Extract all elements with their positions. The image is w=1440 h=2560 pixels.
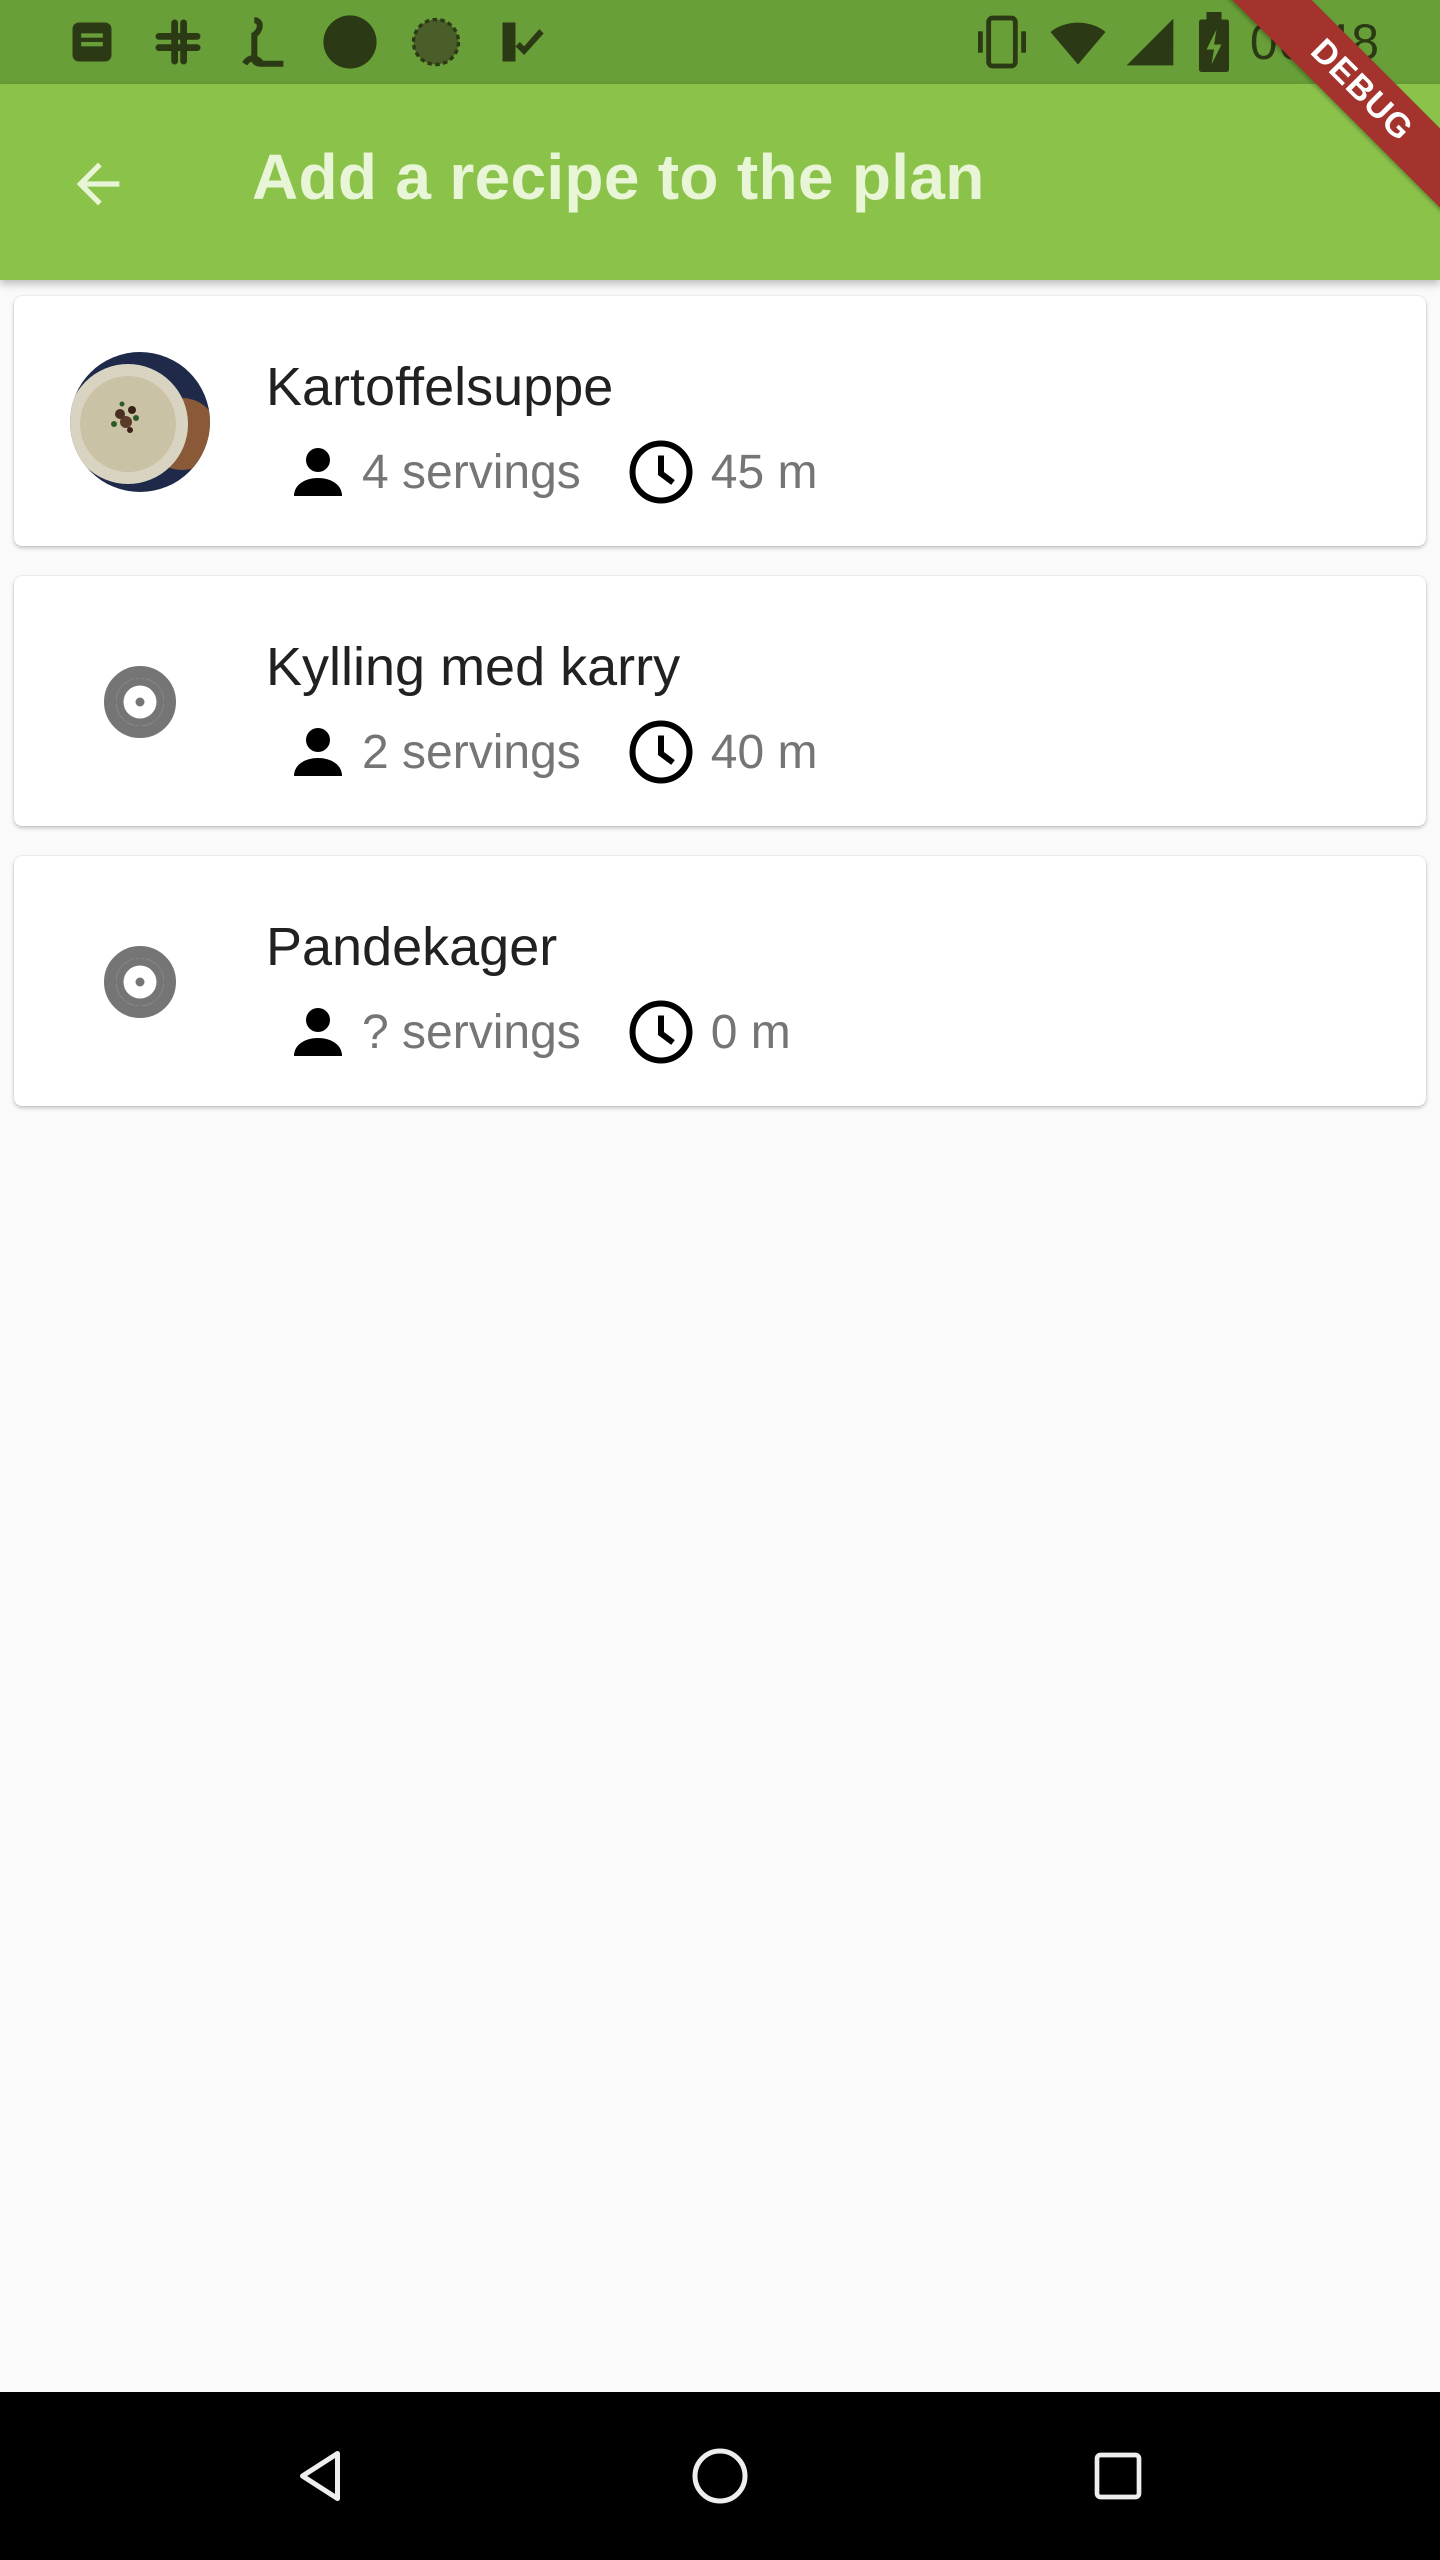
servings-text: 4 servings bbox=[362, 445, 581, 499]
person-icon bbox=[294, 448, 342, 496]
recipe-name: Kylling med karry bbox=[266, 637, 681, 697]
recipe-name: Kartoffelsuppe bbox=[266, 357, 614, 417]
time-text: 40 m bbox=[710, 725, 818, 779]
home-circle-icon bbox=[692, 2448, 748, 2504]
clock-icon bbox=[629, 440, 693, 504]
recipe-card[interactable]: Kylling med karry 2 servings 40 m bbox=[14, 576, 1426, 826]
servings-text: 2 servings bbox=[362, 725, 581, 779]
nav-back-button[interactable] bbox=[280, 2436, 360, 2516]
status-bar: 00:48 bbox=[0, 0, 1440, 84]
battery-icon bbox=[1198, 12, 1229, 72]
record-icon bbox=[320, 12, 380, 72]
recipe-meta: ? servings 0 m bbox=[266, 992, 791, 1072]
arrow-back-icon bbox=[76, 162, 120, 206]
time-text: 0 m bbox=[710, 1005, 791, 1059]
servings-text: ? servings bbox=[362, 1005, 581, 1059]
recents-square-icon bbox=[1094, 2452, 1142, 2500]
signal-icon bbox=[1126, 18, 1174, 66]
wifi-icon bbox=[1050, 22, 1106, 65]
back-triangle-icon bbox=[300, 2451, 340, 2501]
page-title: Add a recipe to the plan bbox=[252, 141, 985, 213]
slack-icon bbox=[148, 12, 208, 72]
app-bar: Add a recipe to the plan bbox=[0, 84, 1440, 280]
navigation-bar bbox=[0, 2392, 1440, 2560]
recipe-meta: 4 servings 45 m bbox=[266, 432, 817, 512]
recipe-name: Pandekager bbox=[266, 917, 558, 977]
recipe-meta: 2 servings 40 m bbox=[266, 712, 817, 792]
app-icon bbox=[234, 12, 294, 72]
vibrate-icon bbox=[977, 15, 1026, 69]
notification-icons bbox=[62, 12, 552, 72]
recipe-thumbnail bbox=[70, 632, 210, 772]
clock-icon bbox=[629, 720, 693, 784]
person-icon bbox=[294, 1008, 342, 1056]
placeholder-icon bbox=[104, 946, 176, 1018]
sync-icon bbox=[406, 12, 466, 72]
nav-recents-button[interactable] bbox=[1078, 2436, 1158, 2516]
clock-icon bbox=[629, 1000, 693, 1064]
notes-icon bbox=[62, 12, 122, 72]
back-button[interactable] bbox=[50, 136, 146, 232]
recipe-card[interactable]: Pandekager ? servings 0 m bbox=[14, 856, 1426, 1106]
time-text: 45 m bbox=[710, 445, 818, 499]
nav-home-button[interactable] bbox=[680, 2436, 760, 2516]
tasks-icon bbox=[492, 12, 552, 72]
recipe-thumbnail bbox=[70, 352, 210, 492]
recipe-card[interactable]: Kartoffelsuppe 4 servings 45 m bbox=[14, 296, 1426, 546]
recipe-thumbnail bbox=[70, 912, 210, 1052]
soup-photo bbox=[70, 352, 210, 492]
person-icon bbox=[294, 728, 342, 776]
placeholder-icon bbox=[104, 666, 176, 738]
